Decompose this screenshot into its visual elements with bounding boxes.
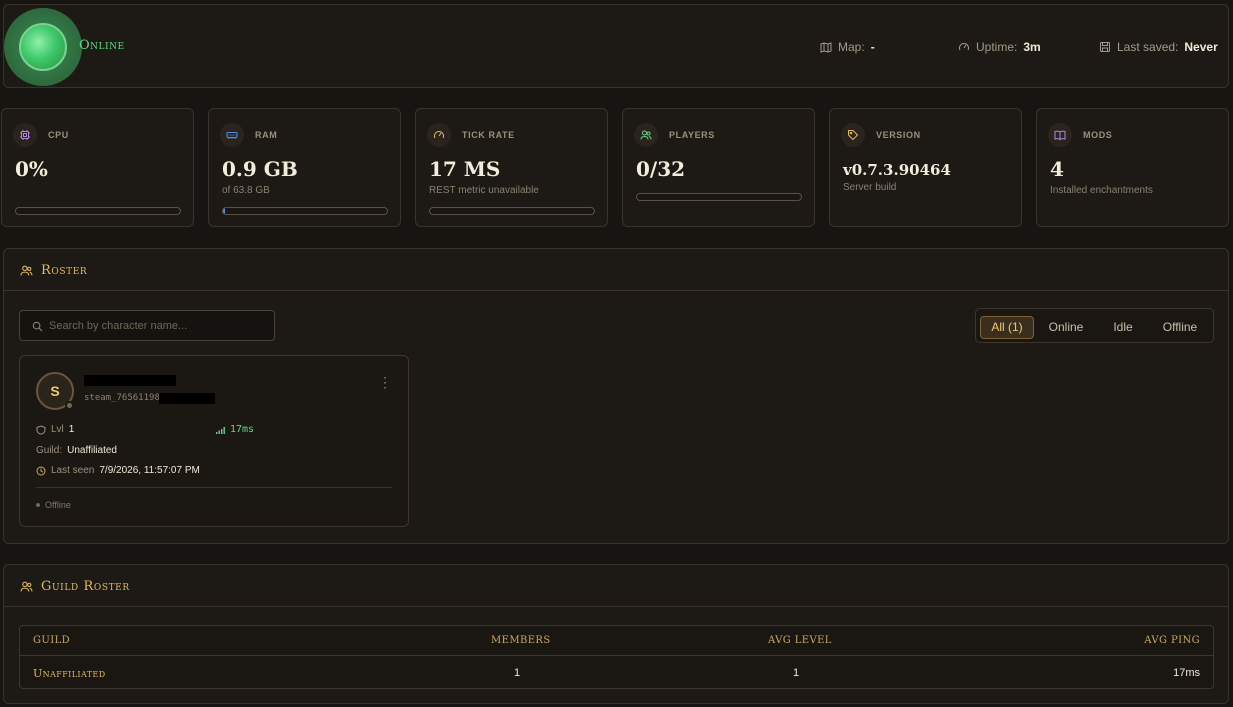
players-card: PLAYERS 0/32 <box>622 108 815 227</box>
gauge-icon <box>959 43 969 51</box>
last-seen-label: Last seen <box>51 465 95 476</box>
player-level: Lvl 1 <box>36 424 74 435</box>
col-guild: GUILD <box>33 635 71 646</box>
player-card[interactable]: S steam_76561198 ⋮ Lvl 1 17ms Guild: Una… <box>19 355 409 527</box>
cpu-value: 0% <box>15 157 48 181</box>
mods-label: MODS <box>1083 130 1113 140</box>
users-icon <box>20 265 33 276</box>
mods-card: MODS 4 Installed enchantments <box>1036 108 1229 227</box>
ram-progress-fill <box>223 208 226 214</box>
memory-icon <box>220 123 244 147</box>
users-icon <box>634 123 658 147</box>
last-saved-label: Last saved: <box>1117 40 1179 54</box>
last-saved-stat: Last saved: Never <box>1099 40 1218 54</box>
uptime-value: 3m <box>1023 40 1041 54</box>
tag-icon <box>841 123 865 147</box>
steam-id: steam_76561198 <box>84 393 160 403</box>
last-seen-value: 7/9/2026, 11:57:07 PM <box>99 465 200 476</box>
player-guild: Guild: Unaffiliated <box>36 445 117 456</box>
tick-rate-card: TICK RATE 17 MS REST metric unavailable <box>415 108 608 227</box>
status-dot <box>36 503 40 507</box>
cpu-icon <box>13 123 37 147</box>
guild-table-header: GUILD MEMBERS AVG LEVEL AVG PING <box>20 626 1213 656</box>
filter-offline[interactable]: Offline <box>1152 316 1208 339</box>
uptime-stat: Uptime: 3m <box>958 40 1041 54</box>
cpu-card: CPU 0% <box>1 108 194 227</box>
level-value: 1 <box>68 424 75 435</box>
map-icon <box>820 42 832 53</box>
status-filter-group: All (1) Online Idle Offline <box>975 308 1214 343</box>
ram-card: RAM 0.9 GB of 63.8 GB <box>208 108 401 227</box>
filter-idle[interactable]: Idle <box>1100 316 1146 339</box>
server-status-header <box>3 4 1229 88</box>
users-icon <box>20 581 33 592</box>
ram-total: of 63.8 GB <box>222 185 270 196</box>
gauge-icon <box>427 123 451 147</box>
roster-header: Roster <box>4 249 1228 291</box>
version-card: VERSION v0.7.3.90464 Server build <box>829 108 1022 227</box>
row-members: 1 <box>514 667 521 679</box>
character-search[interactable] <box>19 310 275 341</box>
status-orb <box>19 23 67 71</box>
steam-id-redacted <box>159 393 215 404</box>
version-label: VERSION <box>876 130 921 140</box>
guild-roster-panel: Guild Roster GUILD MEMBERS AVG LEVEL AVG… <box>3 564 1229 704</box>
guild-roster-title: Guild Roster <box>41 579 130 594</box>
ping-value: 17ms <box>230 424 255 435</box>
cpu-label: CPU <box>48 130 69 140</box>
clock-icon <box>36 466 46 475</box>
guild-label: Guild: <box>36 445 63 456</box>
signal-icon <box>216 426 225 434</box>
filter-all[interactable]: All (1) <box>980 316 1034 339</box>
tick-rate-value: 17 MS <box>429 157 501 181</box>
players-label: PLAYERS <box>669 130 715 140</box>
search-input[interactable] <box>49 311 269 340</box>
map-stat: Map: - <box>820 40 875 54</box>
version-value: v0.7.3.90464 <box>843 161 951 179</box>
tick-rate-label: TICK RATE <box>462 130 515 140</box>
roster-title: Roster <box>41 263 88 278</box>
player-name-redacted <box>84 375 176 386</box>
tick-rate-note: REST metric unavailable <box>429 185 539 196</box>
row-avg-level: 1 <box>793 667 800 679</box>
player-ping: 17ms <box>216 424 254 435</box>
more-options-icon[interactable]: ⋮ <box>378 374 392 391</box>
search-icon <box>32 321 43 332</box>
ram-progress-bar <box>222 207 388 215</box>
player-status: Offline <box>36 500 71 510</box>
player-last-seen: Last seen 7/9/2026, 11:57:07 PM <box>36 465 200 476</box>
players-progress-bar <box>636 193 802 201</box>
book-icon <box>1048 123 1072 147</box>
map-value: - <box>870 40 875 54</box>
row-avg-ping: 17ms <box>1173 667 1200 679</box>
players-value: 0/32 <box>636 157 686 181</box>
guild-roster-header: Guild Roster <box>4 565 1228 607</box>
mods-note: Installed enchantments <box>1050 185 1153 196</box>
level-label: Lvl <box>51 424 64 435</box>
cpu-progress-bar <box>15 207 181 215</box>
status-text: Offline <box>45 500 71 510</box>
row-guild-name: Unaffiliated <box>33 667 106 680</box>
guild-value: Unaffiliated <box>67 445 117 456</box>
ram-label: RAM <box>255 130 278 140</box>
presence-dot <box>65 401 74 410</box>
shield-icon <box>36 424 46 435</box>
save-icon <box>1100 42 1110 52</box>
map-label: Map: <box>838 40 865 54</box>
last-saved-value: Never <box>1184 40 1218 54</box>
guild-table: GUILD MEMBERS AVG LEVEL AVG PING Unaffil… <box>19 625 1214 689</box>
uptime-label: Uptime: <box>976 40 1018 54</box>
mods-value: 4 <box>1050 157 1064 181</box>
filter-online[interactable]: Online <box>1040 316 1092 339</box>
card-divider <box>36 487 392 488</box>
col-avg-ping: AVG PING <box>1144 635 1200 646</box>
server-status-text: Online <box>79 38 125 53</box>
version-note: Server build <box>843 182 897 193</box>
tick-rate-progress-bar <box>429 207 595 215</box>
roster-panel: Roster All (1) Online Idle Offline S ste… <box>3 248 1229 544</box>
col-avg-level: AVG LEVEL <box>768 635 832 646</box>
col-members: MEMBERS <box>491 635 551 646</box>
ram-value: 0.9 GB <box>222 157 298 181</box>
